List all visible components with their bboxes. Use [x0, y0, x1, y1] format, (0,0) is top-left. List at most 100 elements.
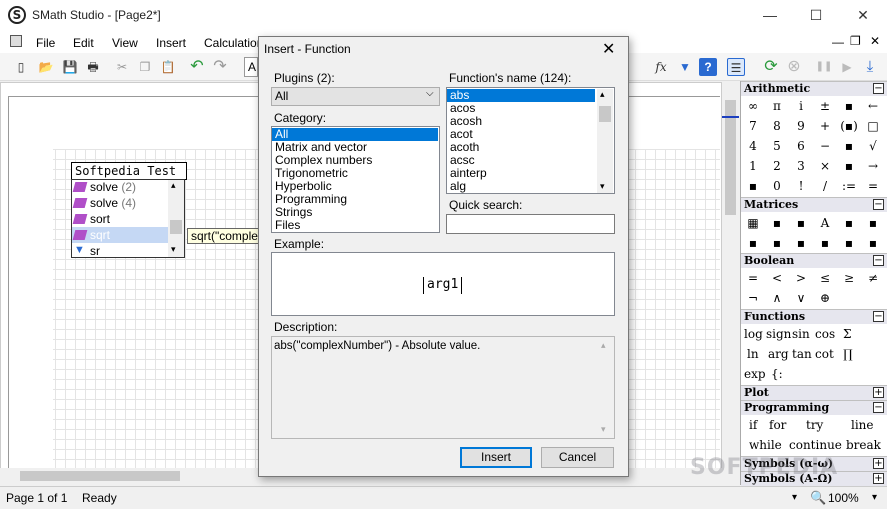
autocomplete-scroll-thumb[interactable]	[170, 220, 182, 234]
panel-word-button[interactable]: line	[851, 416, 874, 434]
insert-function-icon[interactable]: fx	[652, 58, 670, 76]
panel-symbol-button[interactable]: 7	[743, 117, 763, 135]
quick-search-input[interactable]	[446, 214, 615, 234]
panel-symbol-button[interactable]: A	[815, 214, 835, 232]
panel-symbol-button[interactable]: ▪	[839, 137, 859, 155]
autocomplete-item[interactable]: sort	[72, 211, 168, 227]
panel-symbol-button[interactable]: ≤	[815, 269, 835, 287]
print-icon[interactable]: 🖶	[84, 58, 102, 76]
zoom-dropdown-icon[interactable]: ▾	[872, 492, 877, 503]
panel-symbol-button[interactable]: 9	[791, 117, 811, 135]
panel-word-button[interactable]: while	[749, 436, 782, 454]
close-button[interactable]: ✕	[840, 0, 886, 31]
panel-symbol-button[interactable]: !	[791, 177, 811, 195]
panel-symbol-button[interactable]: 6	[791, 137, 811, 155]
panel-symbol-button[interactable]: =	[863, 177, 883, 195]
panel-symbol-button[interactable]: ∨	[791, 289, 811, 307]
panel-header-arithmetic[interactable]: Arithmetic	[741, 81, 887, 96]
panel-word-button[interactable]: sign	[766, 325, 791, 343]
new-document-icon[interactable]: ▯	[12, 58, 30, 76]
panel-symbol-button[interactable]: ±	[815, 97, 835, 115]
panel-symbol-button[interactable]: 4	[743, 137, 763, 155]
panel-symbol-button[interactable]: ¬	[743, 289, 763, 307]
math-region-input[interactable]: Softpedia Test	[71, 162, 187, 180]
panel-symbol-button[interactable]: <	[767, 269, 787, 287]
panel-word-button[interactable]: ∏	[843, 345, 853, 363]
menu-view[interactable]: View	[112, 36, 138, 50]
collapse-icon[interactable]: −	[873, 83, 884, 94]
function-list-scroll-thumb[interactable]	[599, 106, 611, 122]
panel-header-matrices[interactable]: Matrices	[741, 197, 887, 212]
panel-symbol-button[interactable]: ▪	[863, 234, 883, 252]
doc-close-button[interactable]: ✕	[870, 34, 880, 48]
panel-word-button[interactable]: ln	[747, 345, 759, 363]
function-item[interactable]: ainterp	[447, 167, 595, 180]
panel-symbol-button[interactable]: ∧	[767, 289, 787, 307]
panel-symbol-button[interactable]: ×	[815, 157, 835, 175]
function-item[interactable]: alg	[447, 180, 595, 193]
panel-word-button[interactable]: log	[744, 325, 763, 343]
stop-icon[interactable]: ⊗	[785, 58, 803, 76]
panel-header-functions[interactable]: Functions	[741, 309, 887, 324]
scroll-up-icon[interactable]: ▴	[171, 180, 176, 191]
panel-header-boolean[interactable]: Boolean	[741, 253, 887, 268]
menu-insert[interactable]: Insert	[156, 36, 186, 50]
dialog-close-button[interactable]: ✕	[602, 39, 615, 59]
panel-symbol-button[interactable]: ▪	[743, 234, 763, 252]
panel-word-button[interactable]: if	[749, 416, 757, 434]
panel-symbol-button[interactable]: ←	[863, 97, 883, 115]
zoom-icon[interactable]: 🔍	[810, 490, 826, 506]
panel-symbol-button[interactable]: √	[863, 137, 883, 155]
panel-symbol-button[interactable]: ▪	[791, 214, 811, 232]
insert-button[interactable]: Insert	[460, 447, 532, 468]
save-icon[interactable]: 💾	[61, 58, 79, 76]
panel-word-button[interactable]: exp	[744, 365, 766, 383]
scroll-down-icon[interactable]: ▾	[601, 424, 606, 435]
panel-symbol-button[interactable]: ≠	[863, 269, 883, 287]
panel-word-button[interactable]: Σ	[843, 325, 851, 343]
panel-word-button[interactable]: {:	[771, 365, 783, 383]
side-panel-toggle-icon[interactable]: ☰	[727, 58, 745, 76]
open-folder-icon[interactable]: 📂	[37, 58, 55, 76]
panel-symbol-button[interactable]: ▪	[839, 157, 859, 175]
panel-symbol-button[interactable]: :=	[839, 177, 859, 195]
panel-symbol-button[interactable]: ▪	[815, 234, 835, 252]
help-icon[interactable]: ?	[699, 58, 717, 76]
panel-symbol-button[interactable]: ▪	[767, 234, 787, 252]
panel-word-button[interactable]: try	[806, 416, 823, 434]
panel-symbol-button[interactable]: ▪	[791, 234, 811, 252]
play-icon[interactable]: ▶	[838, 58, 856, 76]
copy-icon[interactable]: ❐	[136, 58, 154, 76]
panel-symbol-button[interactable]: i	[791, 97, 811, 115]
zoom-level[interactable]: 100%	[828, 491, 859, 505]
minimize-button[interactable]: —	[747, 0, 793, 31]
autocomplete-item[interactable]: solve (4)	[72, 195, 168, 211]
panel-symbol-button[interactable]: 3	[791, 157, 811, 175]
panel-symbol-button[interactable]: ▪	[767, 214, 787, 232]
paste-icon[interactable]: 📋	[159, 58, 177, 76]
panel-symbol-button[interactable]: ⊕	[815, 289, 835, 307]
collapse-icon[interactable]: −	[873, 311, 884, 322]
panel-word-button[interactable]: continue	[789, 436, 842, 454]
panel-header-plot[interactable]: Plot	[741, 385, 887, 400]
panel-symbol-button[interactable]: 0	[767, 177, 787, 195]
panel-symbol-button[interactable]: ▪	[743, 177, 763, 195]
panel-word-button[interactable]: arg	[768, 345, 789, 363]
expand-icon[interactable]: +	[873, 458, 884, 469]
panel-header-programming[interactable]: Programming	[741, 400, 887, 415]
step-icon[interactable]: ⤓	[861, 58, 879, 76]
panel-symbol-button[interactable]: ▪	[839, 214, 859, 232]
panel-symbol-button[interactable]: 2	[767, 157, 787, 175]
panel-symbol-button[interactable]: □	[863, 117, 883, 135]
panel-symbol-button[interactable]: +	[815, 117, 835, 135]
collapse-icon[interactable]: −	[873, 402, 884, 413]
cancel-button[interactable]: Cancel	[541, 447, 614, 468]
filter-icon[interactable]: ▼	[676, 58, 694, 76]
panel-symbol-button[interactable]: /	[815, 177, 835, 195]
panel-word-button[interactable]: sin	[792, 325, 810, 343]
scroll-down-icon[interactable]: ▾	[600, 181, 605, 192]
scroll-up-icon[interactable]: ▴	[601, 340, 606, 351]
panel-symbol-button[interactable]: ▪	[839, 97, 859, 115]
recalculate-icon[interactable]: ⟳	[762, 58, 780, 76]
panel-symbol-button[interactable]: (▪)	[839, 117, 859, 135]
